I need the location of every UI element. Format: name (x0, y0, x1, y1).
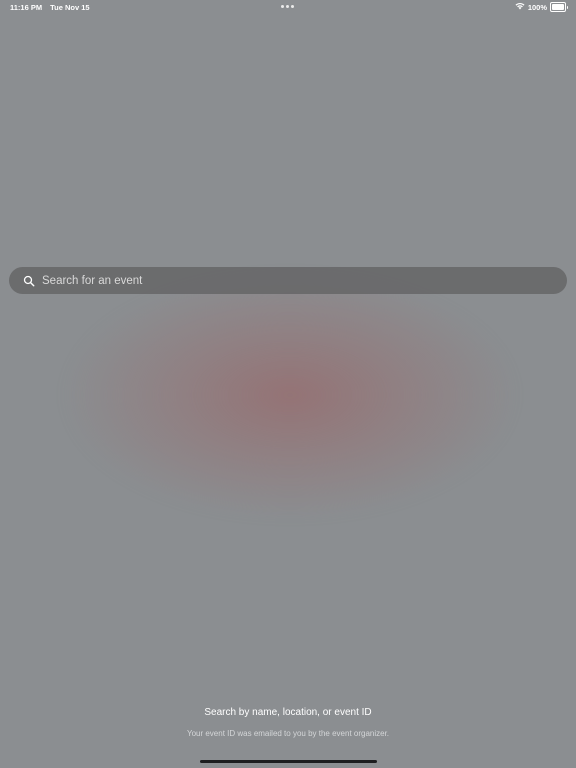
background-glow (60, 270, 520, 520)
wifi-icon (515, 2, 525, 12)
battery-icon (550, 2, 568, 12)
status-left: 11:16 PM Tue Nov 15 (10, 3, 90, 12)
dot (291, 5, 294, 8)
search-input[interactable] (42, 274, 522, 287)
search-bar[interactable] (9, 267, 567, 294)
dot (281, 5, 284, 8)
search-hint-subtitle: Your event ID was emailed to you by the … (186, 729, 390, 738)
multitasking-dots-icon[interactable] (281, 5, 294, 8)
battery-percent: 100% (527, 2, 547, 12)
home-indicator[interactable] (200, 760, 377, 763)
status-bar: 11:16 PM Tue Nov 15 100% (0, 0, 576, 14)
status-right: 100% (515, 2, 568, 12)
dot (286, 5, 289, 8)
status-time: 11:16 PM (10, 3, 43, 12)
search-icon (22, 274, 36, 288)
battery-fill (552, 4, 564, 10)
status-date: Tue Nov 15 (50, 3, 90, 12)
search-hint-title: Search by name, location, or event ID (204, 707, 372, 718)
